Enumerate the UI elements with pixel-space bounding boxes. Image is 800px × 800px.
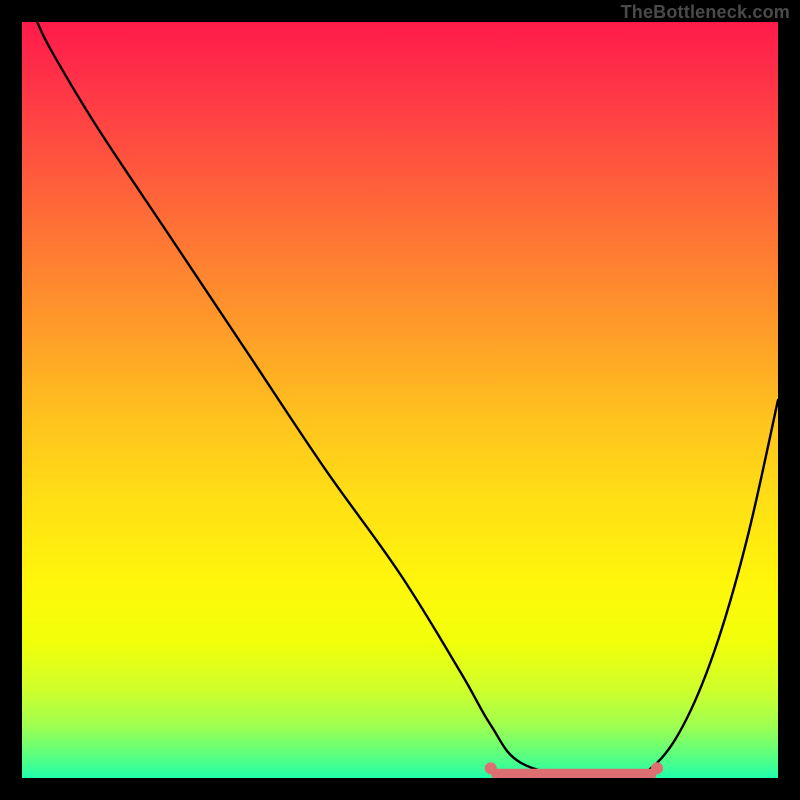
chart-container: TheBottleneck.com <box>0 0 800 800</box>
watermark-text: TheBottleneck.com <box>621 2 790 23</box>
plot-background-gradient <box>22 22 778 778</box>
